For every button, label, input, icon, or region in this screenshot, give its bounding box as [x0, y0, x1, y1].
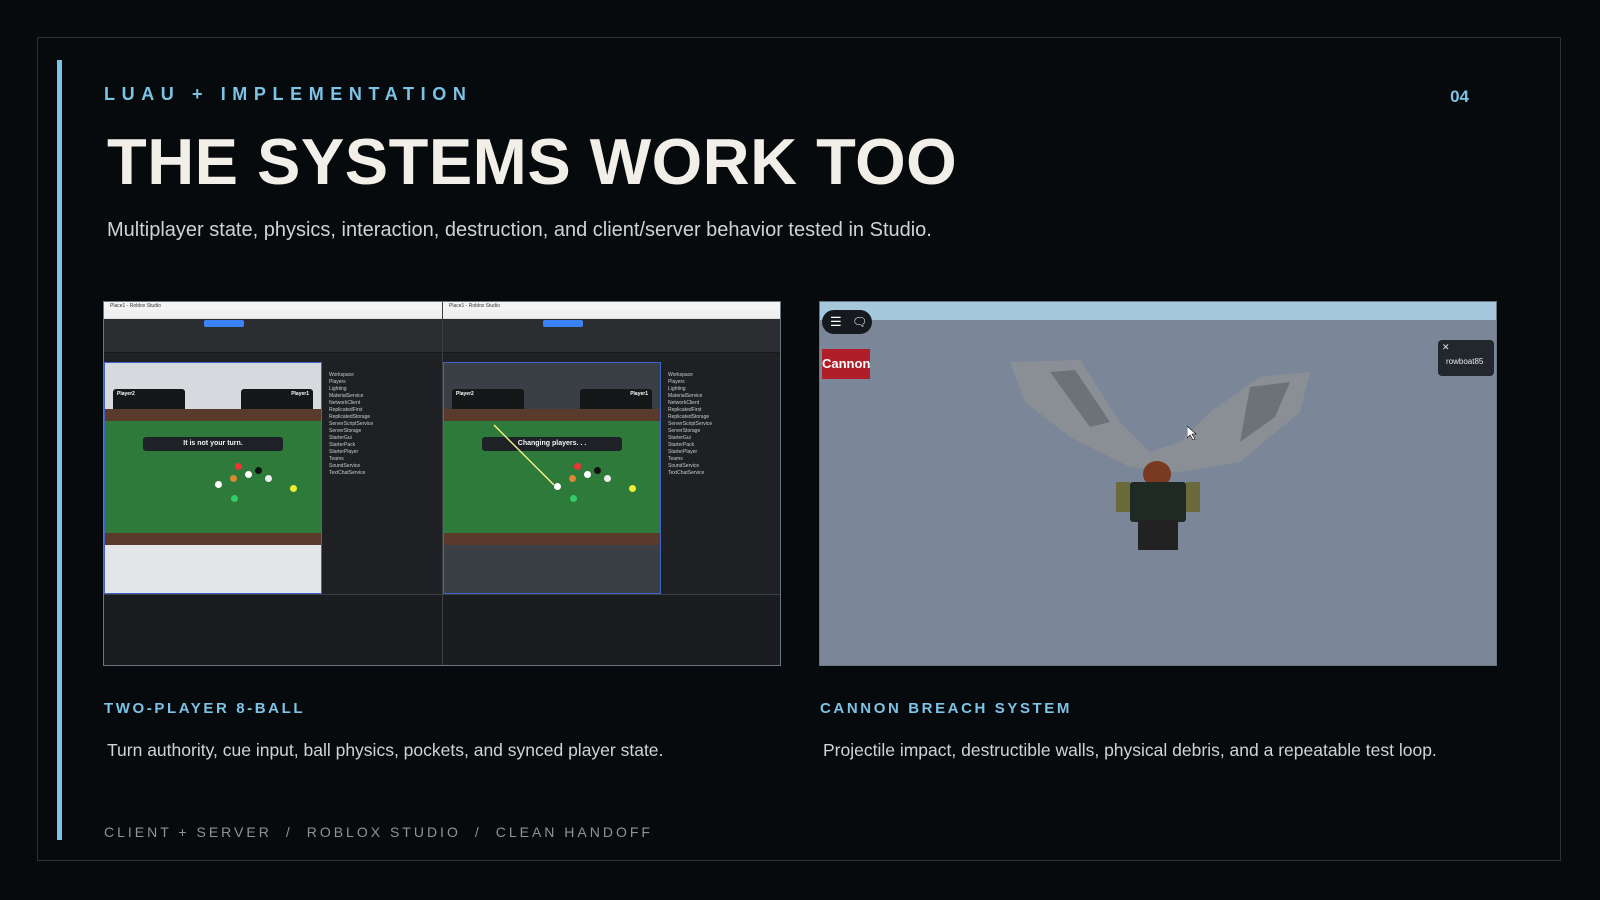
turn-status-banner: It is not your turn.: [143, 437, 283, 451]
pool-ball: [290, 485, 297, 492]
explorer-item: MaterialService: [329, 393, 364, 399]
explorer-item: MaterialService: [668, 393, 703, 399]
properties-panel: [443, 594, 780, 665]
explorer-item: ReplicatedStorage: [329, 414, 371, 420]
cannon-breach-screenshot: ☰ 🗨 Cannon ✕ rowboat85: [819, 301, 1497, 666]
studio-window-player2: Place1 - Roblox Studio Player2 Player1 I…: [104, 302, 442, 665]
explorer-item: Players: [668, 379, 685, 385]
cannon-description: Projectile impact, destructible walls, p…: [823, 740, 1437, 760]
studio-viewport: Player2 Player1 Changing players. . .: [443, 362, 661, 594]
pool-ball: [604, 475, 611, 482]
game-menu-pill[interactable]: ☰ 🗨: [822, 310, 872, 334]
pool-ball: [594, 467, 601, 474]
explorer-item: ServerScriptService: [329, 421, 374, 427]
explorer-item: StarterPack: [329, 442, 356, 448]
footer-tag: ROBLOX STUDIO: [306, 824, 461, 840]
explorer-item: StarterPlayer: [329, 449, 359, 455]
studio-menubar: [443, 310, 780, 319]
explorer-item: ServerStorage: [329, 428, 362, 434]
pool-ball: [235, 463, 242, 470]
explorer-item: ServerStorage: [668, 428, 701, 434]
restart-to-update-button: [204, 320, 244, 327]
explorer-item: StarterPack: [668, 442, 695, 448]
player-name: rowboat85: [1446, 357, 1484, 366]
explorer-item: NetworkClient: [329, 400, 361, 406]
player2-name: Player2: [117, 391, 135, 397]
chat-icon[interactable]: 🗨: [852, 310, 867, 334]
cannon-heading: CANNON BREACH SYSTEM: [820, 700, 1073, 717]
explorer-item: SoundService: [668, 463, 700, 469]
pool-ball: [245, 471, 252, 478]
eight-ball-heading: TWO-PLAYER 8-BALL: [104, 700, 306, 717]
footer-tag: CLIENT + SERVER: [104, 824, 272, 840]
mouse-cursor-icon: [1187, 426, 1197, 440]
studio-window-title: Place1 - Roblox Studio: [104, 302, 442, 310]
cue-ball: [215, 481, 222, 488]
pool-ball: [584, 471, 591, 478]
footer-separator: /: [474, 824, 482, 840]
studio-ribbon-tabs: [443, 319, 780, 328]
cannon-button[interactable]: Cannon: [822, 349, 870, 379]
explorer-item: StarterGui: [668, 435, 691, 441]
footer-tags: CLIENT + SERVER / ROBLOX STUDIO / CLEAN HAND…: [104, 824, 653, 840]
explorer-item: Lighting: [329, 386, 347, 392]
studio-ribbon-tabs: [104, 319, 442, 328]
explorer-item: Players: [329, 379, 346, 385]
explorer-item: Workspace: [668, 372, 693, 378]
slide-subtitle: Multiplayer state, physics, interaction,…: [107, 219, 932, 241]
properties-panel: [104, 594, 442, 665]
pool-ball: [570, 495, 577, 502]
pool-ball: [255, 467, 262, 474]
explorer-item: SoundService: [329, 463, 361, 469]
slide-title: THE SYSTEMS WORK TOO: [107, 125, 958, 198]
explorer-item: Lighting: [668, 386, 686, 392]
close-icon[interactable]: ✕: [1442, 342, 1450, 353]
studio-menubar: [104, 310, 442, 319]
studio-toolbar: [443, 328, 780, 353]
pool-ball: [231, 495, 238, 502]
eight-ball-screenshot: Place1 - Roblox Studio Player2 Player1 I…: [103, 301, 781, 666]
explorer-item: ReplicatedStorage: [668, 414, 710, 420]
explorer-item: ReplicatedFirst: [668, 407, 702, 413]
studio-viewport: Player2 Player1 It is not your turn.: [104, 362, 322, 594]
footer-separator: /: [285, 824, 293, 840]
explorer-item: Workspace: [329, 372, 354, 378]
explorer-item: StarterGui: [329, 435, 352, 441]
eyebrow-label: LUAU + IMPLEMENTATION: [104, 84, 473, 104]
explorer-panel: Workspace Players Lighting MaterialServi…: [662, 362, 780, 594]
accent-bar: [57, 60, 62, 840]
pool-ball: [230, 475, 237, 482]
explorer-item: StarterPlayer: [668, 449, 698, 455]
player-list-entry: ✕ rowboat85: [1438, 340, 1494, 376]
pool-rail-bottom: [105, 533, 321, 545]
pool-ball: [265, 475, 272, 482]
explorer-panel: Workspace Players Lighting MaterialServi…: [323, 362, 442, 594]
studio-toolbar: [104, 328, 442, 353]
cue-aim-line: [493, 424, 555, 486]
pool-ball: [569, 475, 576, 482]
pool-ball: [629, 485, 636, 492]
player1-name: Player1: [291, 391, 309, 397]
explorer-item: Teams: [668, 456, 683, 462]
player-avatar: [1116, 461, 1200, 550]
restart-to-update-button: [543, 320, 583, 327]
studio-window-player1: Place1 - Roblox Studio Player2 Player1 C…: [442, 302, 780, 665]
explorer-item: TextChatService: [329, 470, 366, 476]
explorer-item: TextChatService: [668, 470, 705, 476]
explorer-item: ReplicatedFirst: [329, 407, 363, 413]
footer-tag: CLEAN HANDOFF: [495, 824, 653, 840]
pool-ball: [574, 463, 581, 470]
studio-window-title: Place1 - Roblox Studio: [443, 302, 780, 310]
explorer-item: ServerScriptService: [668, 421, 713, 427]
page-number: 04: [1450, 87, 1469, 106]
explorer-item: NetworkClient: [668, 400, 700, 406]
eight-ball-description: Turn authority, cue input, ball physics,…: [107, 740, 664, 760]
explorer-item: Teams: [329, 456, 344, 462]
hamburger-menu-icon[interactable]: ☰: [830, 310, 842, 334]
cue-ball: [554, 483, 561, 490]
